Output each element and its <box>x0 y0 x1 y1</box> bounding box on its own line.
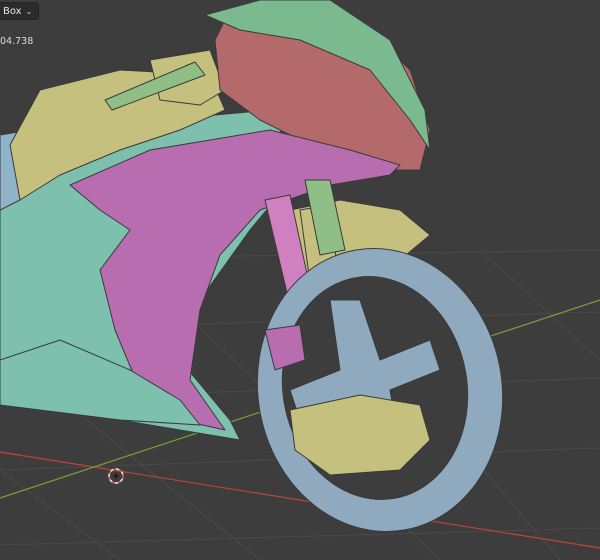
stat-readout: 04.738 <box>0 36 34 47</box>
mode-dropdown[interactable]: Box ⌄ <box>0 2 40 20</box>
motorcycle-mesh[interactable] <box>0 0 525 551</box>
viewport-scene[interactable] <box>0 0 600 560</box>
3d-viewport[interactable]: Box ⌄ 04.738 <box>0 0 600 560</box>
chevron-down-icon: ⌄ <box>25 6 33 16</box>
mode-dropdown-label: Box <box>3 5 22 17</box>
